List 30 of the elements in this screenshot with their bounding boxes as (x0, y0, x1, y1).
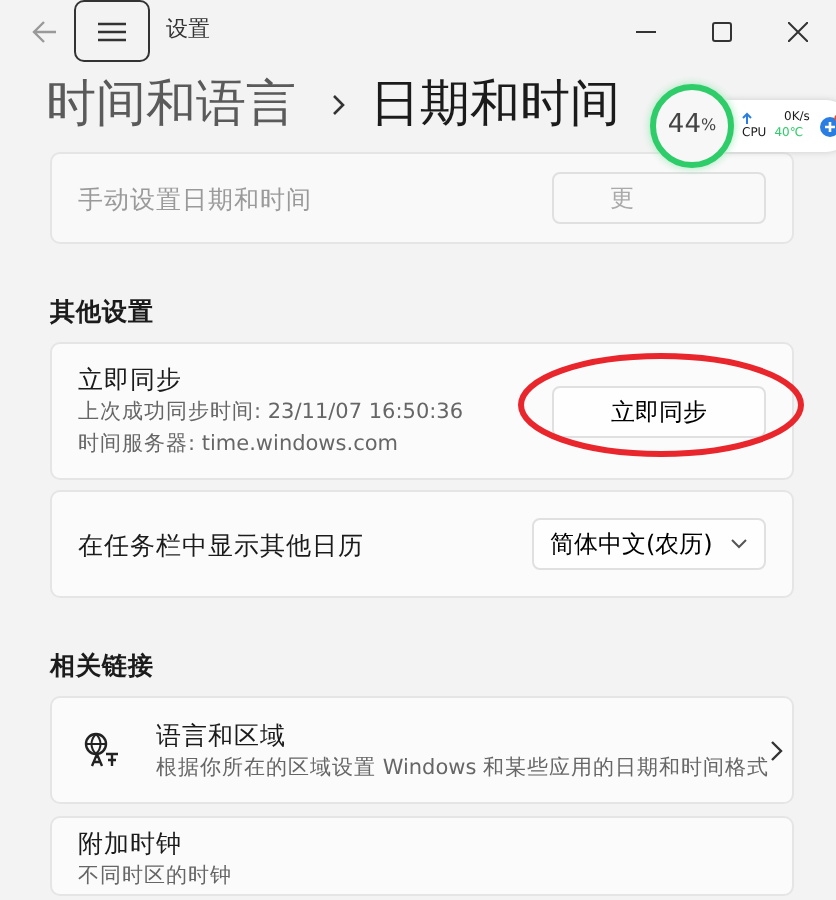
setting-title: 附加时钟 (78, 825, 184, 859)
menu-button[interactable] (74, 0, 150, 62)
maximize-icon[interactable] (712, 21, 732, 41)
section-heading: 其他设置 (50, 294, 156, 330)
usage-percent: 44 (667, 108, 701, 145)
percent-unit: % (700, 114, 717, 138)
back-icon[interactable] (32, 19, 58, 43)
setting-label: 手动设置日期和时间 (78, 181, 312, 215)
page-title: 日期和时间 (370, 72, 620, 136)
chevron-icon[interactable] (769, 739, 784, 761)
setting-description: 根据你所在的区域设置 Windows 和某些应用的日期和时间格式 (156, 753, 770, 783)
setting-title: 语言和区域 (156, 717, 288, 751)
caret-icon (730, 538, 748, 550)
setting-title: 在任务栏中显示其他日历 (78, 527, 366, 561)
dropdown-value: 简体中文(农历) (550, 528, 713, 562)
setting-description: 不同时区的时钟 (78, 861, 234, 891)
setting-description: 上次成功同步时间: 23/11/07 16:50:36 (78, 398, 466, 428)
close-icon[interactable] (788, 21, 808, 41)
language-icon (84, 732, 120, 768)
section-heading: 相关链接 (50, 648, 156, 684)
chevron-icon (332, 93, 346, 115)
window-title: 设置 (166, 14, 210, 47)
menu-icon (98, 21, 126, 41)
setting-title: 立即同步 (78, 362, 184, 396)
setting-description: 时间服务器: time.windows.com (78, 430, 401, 460)
upload-arrow-icon (742, 112, 752, 124)
plus-icon[interactable] (817, 114, 836, 138)
sync-now-button[interactable]: 立即同步 (552, 385, 766, 437)
calendar-dropdown[interactable]: 简体中文(农历) (532, 518, 766, 570)
breadcrumb-parent[interactable]: 时间和语言 (46, 66, 296, 142)
